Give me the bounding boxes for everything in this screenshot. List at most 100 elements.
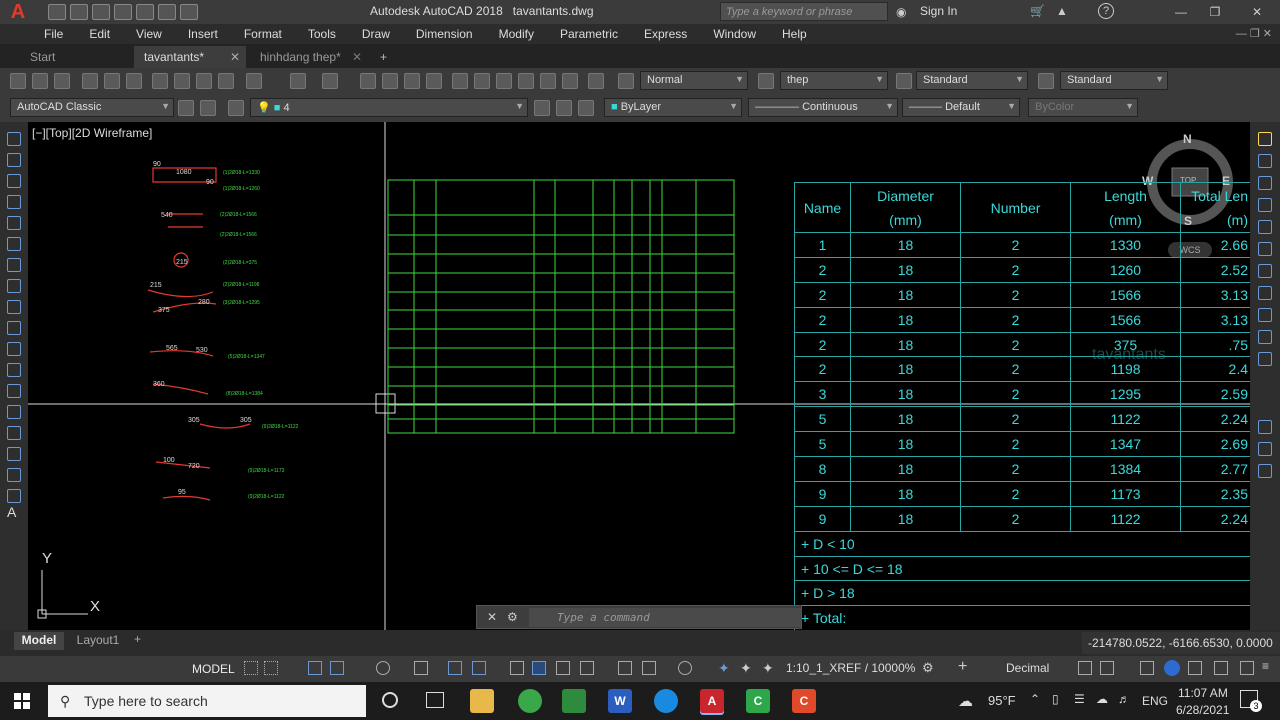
restore-button[interactable]: ❐: [1198, 2, 1232, 22]
steel-schedule-table[interactable]: Name Diameter (mm) Number Length (mm) Tota…: [794, 182, 1251, 632]
table-row[interactable]: 8 18 2 1384 2.77: [794, 456, 1251, 482]
sheet-set-icon[interactable]: [518, 73, 534, 89]
tool-palettes-icon[interactable]: [496, 73, 512, 89]
selection-filter-icon[interactable]: [642, 661, 656, 675]
camtasia-green-icon[interactable]: C: [746, 689, 770, 713]
plot-icon[interactable]: [82, 73, 98, 89]
status-menu-icon[interactable]: ≡: [1262, 659, 1269, 673]
text-style-icon[interactable]: [618, 73, 634, 89]
table-row[interactable]: 9 18 2 1122 2.24: [794, 505, 1251, 532]
annotation-visibility-icon[interactable]: ✦: [718, 660, 730, 677]
a360-icon[interactable]: ▲: [1056, 4, 1068, 18]
camtasia-red-icon[interactable]: C: [792, 689, 816, 713]
isodraft-icon[interactable]: [414, 661, 428, 675]
snap-icon[interactable]: [264, 661, 278, 675]
windows-start-icon[interactable]: [14, 693, 30, 709]
tab-tavantants[interactable]: tavantants* ✕: [134, 46, 246, 68]
open-file-icon[interactable]: [70, 4, 88, 20]
copy-icon[interactable]: [174, 73, 190, 89]
insert-block-icon[interactable]: [7, 363, 21, 377]
fillet-icon[interactable]: [1258, 420, 1272, 434]
table-row[interactable]: 3 18 2 1295 2.59: [794, 381, 1251, 408]
revcloud-icon[interactable]: [7, 279, 21, 293]
wifi-icon[interactable]: ☰: [1074, 692, 1085, 706]
workspace-settings-icon[interactable]: [178, 100, 194, 116]
open-icon[interactable]: [32, 73, 48, 89]
word-icon[interactable]: W: [608, 689, 632, 713]
mleader-style-select[interactable]: Standard ▼: [1060, 71, 1168, 90]
table-icon[interactable]: [7, 489, 21, 503]
3d-osnap-icon[interactable]: [580, 661, 594, 675]
file-explorer-icon[interactable]: [470, 689, 494, 713]
ellipse-icon[interactable]: [7, 321, 21, 335]
layer-select[interactable]: 💡 ■ 4 ▼: [250, 98, 528, 117]
zoom-realtime-icon[interactable]: [382, 73, 398, 89]
tab-layout1[interactable]: Layout1: [70, 632, 126, 650]
customize-icon[interactable]: ⚙: [507, 610, 518, 624]
save-icon[interactable]: [54, 73, 70, 89]
workspace-select[interactable]: AutoCAD Classic ▼: [10, 98, 174, 117]
table-row[interactable]: 2 18 2 1566 3.13: [794, 281, 1251, 308]
tab-model[interactable]: Model: [14, 632, 64, 650]
table-row[interactable]: 2 18 2 1260 2.52: [794, 256, 1251, 283]
qnew-icon[interactable]: [10, 73, 26, 89]
line-icon[interactable]: [7, 132, 21, 146]
transparency-icon[interactable]: [532, 661, 546, 675]
menu-edit[interactable]: Edit: [89, 27, 110, 41]
move-icon[interactable]: [1258, 242, 1272, 256]
properties-icon[interactable]: [452, 73, 468, 89]
object-snap-tracking-icon[interactable]: [448, 661, 462, 675]
viewport-controls[interactable]: [−][Top][2D Wireframe]: [32, 126, 152, 140]
menu-window-controls[interactable]: — ❐ ✕: [1236, 27, 1272, 40]
circle-icon[interactable]: [7, 258, 21, 272]
minimize-button[interactable]: —: [1164, 2, 1198, 22]
menu-parametric[interactable]: Parametric: [560, 27, 618, 41]
rotate-icon[interactable]: [1258, 264, 1272, 278]
polygon-icon[interactable]: [7, 195, 21, 209]
autocad-logo-icon[interactable]: A: [0, 0, 36, 24]
weather-icon[interactable]: ☁: [958, 692, 973, 710]
dim-style-select[interactable]: thep ▼: [780, 71, 888, 90]
array-icon[interactable]: [1258, 220, 1272, 234]
markup-icon[interactable]: [540, 73, 556, 89]
viewcube-north[interactable]: N: [1183, 132, 1192, 146]
plotstyle-select[interactable]: ByColor ▼: [1028, 98, 1138, 117]
new-layout-button[interactable]: +: [134, 632, 141, 646]
clean-screen-icon[interactable]: [1188, 661, 1202, 675]
auto-scale-icon[interactable]: ✦: [740, 660, 752, 677]
weather-temp[interactable]: 95°F: [988, 693, 1016, 708]
save-icon[interactable]: [92, 4, 110, 20]
show-hidden-icons[interactable]: ⌃: [1030, 692, 1040, 706]
plot-preview-icon[interactable]: [104, 73, 120, 89]
ellipse-arc-icon[interactable]: [7, 342, 21, 356]
menu-file[interactable]: File: [44, 27, 63, 41]
selection-cycling-icon[interactable]: [556, 661, 570, 675]
onedrive-icon[interactable]: ☁: [1096, 692, 1108, 706]
tab-start[interactable]: Start: [20, 46, 65, 68]
block-editor-icon[interactable]: [246, 73, 262, 89]
help-icon[interactable]: ?: [1098, 3, 1114, 19]
command-input[interactable]: Type a command: [529, 608, 801, 627]
xline-icon[interactable]: [7, 153, 21, 167]
undo-icon[interactable]: [290, 73, 306, 89]
make-current-layer-icon[interactable]: [534, 100, 550, 116]
coordinates-readout[interactable]: -214780.0522, -6166.6530, 0.0000: [1082, 632, 1280, 654]
publish-icon[interactable]: [126, 73, 142, 89]
ortho-icon[interactable]: [330, 661, 344, 675]
redo-icon[interactable]: [180, 4, 198, 20]
close-button[interactable]: ✕: [1240, 2, 1274, 22]
workspace-switch-icon[interactable]: ⚙: [922, 660, 934, 676]
mtext-icon[interactable]: A: [7, 504, 16, 520]
quickcalc-icon[interactable]: [562, 73, 578, 89]
customization-icon[interactable]: [1214, 661, 1228, 675]
keyword-search-input[interactable]: Type a keyword or phrase: [720, 2, 888, 21]
linetype-select[interactable]: ———— Continuous ▼: [748, 98, 898, 117]
layer-state-icon[interactable]: [578, 100, 594, 116]
table-style-icon[interactable]: [896, 73, 912, 89]
layer-properties-icon[interactable]: [228, 100, 244, 116]
spline-icon[interactable]: [7, 300, 21, 314]
print-icon[interactable]: [136, 4, 154, 20]
dim-style-icon[interactable]: [758, 73, 774, 89]
zoom-previous-icon[interactable]: [426, 73, 442, 89]
offset-icon[interactable]: [1258, 198, 1272, 212]
